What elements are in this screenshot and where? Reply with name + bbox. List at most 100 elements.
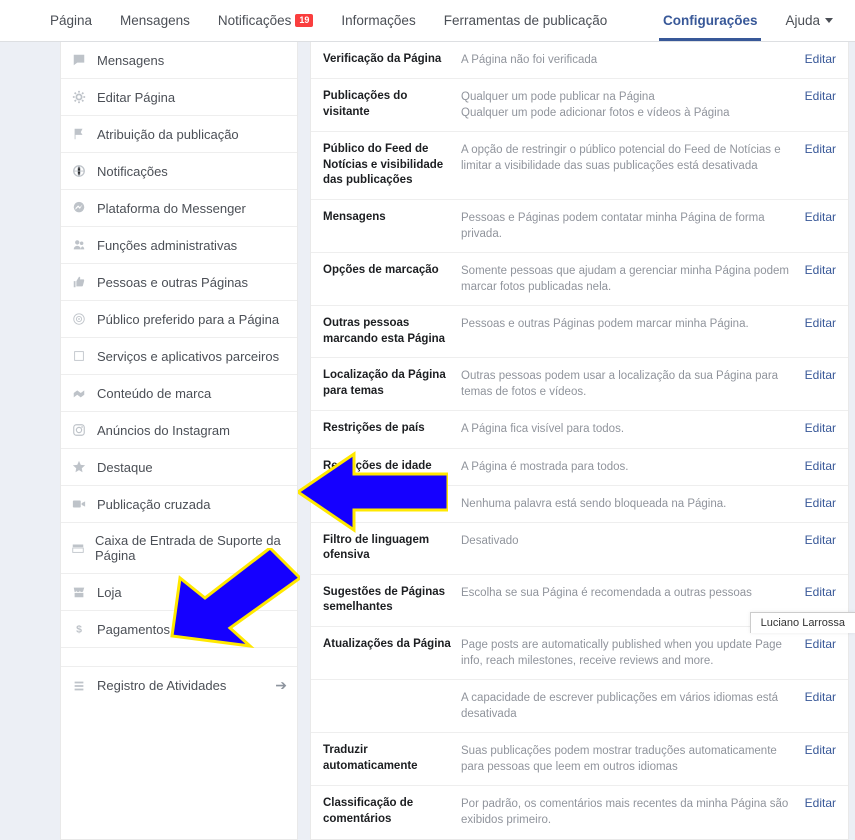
settings-row-label: Outras pessoas marcando esta Página: [323, 316, 461, 347]
sidebar-item-messenger[interactable]: Plataforma do Messenger: [61, 190, 297, 227]
top-nav: Página Mensagens Notificações 19 Informa…: [0, 0, 855, 42]
tab-label: Notificações: [218, 13, 292, 28]
tab-pagina[interactable]: Página: [36, 0, 106, 41]
edit-link[interactable]: Editar: [805, 796, 836, 810]
tab-informacoes[interactable]: Informações: [327, 0, 429, 41]
sidebar-item-publico-preferido[interactable]: Público preferido para a Página: [61, 301, 297, 338]
edit-link[interactable]: Editar: [805, 142, 836, 156]
sidebar-item-notificacoes[interactable]: Notificações: [61, 153, 297, 190]
dollar-icon: $: [71, 621, 87, 637]
edit-link[interactable]: Editar: [805, 263, 836, 277]
tab-label: Informações: [341, 13, 415, 28]
chat-tab[interactable]: Luciano Larrossa: [750, 612, 855, 633]
settings-row: Filtro de linguagem ofensivaDesativadoEd…: [311, 523, 848, 575]
sidebar-item-conteudo-marca[interactable]: Conteúdo de marca: [61, 375, 297, 412]
sidebar-item-label: Mensagens: [97, 53, 164, 68]
inbox-icon: [71, 540, 85, 556]
edit-link[interactable]: Editar: [805, 368, 836, 382]
edit-link[interactable]: Editar: [805, 743, 836, 757]
sidebar-item-label: Pagamentos: [97, 622, 170, 637]
sidebar-item-editar-pagina[interactable]: Editar Página: [61, 79, 297, 116]
edit-link[interactable]: Editar: [805, 459, 836, 473]
settings-row-desc: Suas publicações podem mostrar traduções…: [461, 743, 805, 775]
sidebar-item-loja[interactable]: Loja: [61, 574, 297, 611]
sidebar-item-label: Pessoas e outras Páginas: [97, 275, 248, 290]
tab-label: Ferramentas de publicação: [444, 13, 608, 28]
settings-row-label: Moderação da Página: [323, 496, 461, 512]
sidebar-item-destaque[interactable]: Destaque: [61, 449, 297, 486]
gear-icon: [71, 89, 87, 105]
sidebar-item-suporte[interactable]: Caixa de Entrada de Suporte da Página: [61, 523, 297, 574]
edit-link[interactable]: Editar: [805, 316, 836, 330]
settings-row: Publicações do visitanteQualquer um pode…: [311, 79, 848, 132]
sidebar-item-instagram[interactable]: Anúncios do Instagram: [61, 412, 297, 449]
tab-configuracoes[interactable]: Configurações: [649, 0, 772, 41]
sidebar-item-label: Editar Página: [97, 90, 175, 105]
sidebar-item-label: Caixa de Entrada de Suporte da Página: [95, 533, 287, 563]
sidebar-item-label: Registro de Atividades: [97, 678, 226, 693]
video-icon: [71, 496, 87, 512]
settings-row: Classificação de comentáriosPor padrão, …: [311, 786, 848, 838]
settings-row-label: Filtro de linguagem ofensiva: [323, 533, 461, 564]
people-icon: [71, 237, 87, 253]
settings-row-label: Sugestões de Páginas semelhantes: [323, 585, 461, 616]
tab-ferramentas[interactable]: Ferramentas de publicação: [430, 0, 622, 41]
edit-link[interactable]: Editar: [805, 421, 836, 435]
settings-row-desc: Somente pessoas que ajudam a gerenciar m…: [461, 263, 805, 295]
settings-row: Outras pessoas marcando esta PáginaPesso…: [311, 306, 848, 358]
settings-row-desc: Desativado: [461, 533, 805, 549]
sidebar-item-atribuicao[interactable]: Atribuição da publicação: [61, 116, 297, 153]
sidebar-item-pessoas[interactable]: Pessoas e outras Páginas: [61, 264, 297, 301]
settings-row-label: Público do Feed de Notícias e visibilida…: [323, 142, 461, 189]
settings-row: A capacidade de escrever publicações em …: [311, 680, 848, 733]
settings-row: Verificação da PáginaA Página não foi ve…: [311, 42, 848, 79]
settings-row: Restrições de paísA Página fica visível …: [311, 411, 848, 448]
sidebar-item-mensagens[interactable]: Mensagens: [61, 42, 297, 79]
plug-icon: [71, 348, 87, 364]
sidebar-item-servicos[interactable]: Serviços e aplicativos parceiros: [61, 338, 297, 375]
settings-row: Moderação da PáginaNenhuma palavra está …: [311, 486, 848, 523]
main-wrap: Mensagens Editar Página Atribuição da pu…: [0, 42, 855, 840]
edit-link[interactable]: Editar: [805, 210, 836, 224]
settings-row-desc: Pessoas e Páginas podem contatar minha P…: [461, 210, 805, 242]
settings-row-desc: A Página fica visível para todos.: [461, 421, 805, 437]
edit-link[interactable]: Editar: [805, 637, 836, 651]
sidebar-item-label: Serviços e aplicativos parceiros: [97, 349, 279, 364]
chat-user-name: Luciano Larrossa: [761, 617, 845, 629]
edit-link[interactable]: Editar: [805, 585, 836, 599]
star-icon: [71, 459, 87, 475]
settings-row-desc: Escolha se sua Página é recomendada a ou…: [461, 585, 805, 601]
sidebar-item-label: Anúncios do Instagram: [97, 423, 230, 438]
thumb-icon: [71, 274, 87, 290]
sidebar-item-label: Loja: [97, 585, 122, 600]
settings-row: Restrições de idadeA Página é mostrada p…: [311, 449, 848, 486]
sidebar-item-label: Notificações: [97, 164, 168, 179]
tab-label: Configurações: [663, 13, 758, 28]
flag-icon: [71, 126, 87, 142]
edit-link[interactable]: Editar: [805, 690, 836, 704]
tab-ajuda[interactable]: Ajuda: [771, 0, 847, 41]
sidebar-item-publicacao-cruzada[interactable]: Publicação cruzada: [61, 486, 297, 523]
settings-row-label: Mensagens: [323, 210, 461, 226]
tab-notificacoes[interactable]: Notificações 19: [204, 0, 328, 41]
settings-row-label: Traduzir automaticamente: [323, 743, 461, 774]
settings-row: Traduzir automaticamenteSuas publicações…: [311, 733, 848, 786]
sidebar-item-funcoes[interactable]: Funções administrativas: [61, 227, 297, 264]
tab-label: Ajuda: [785, 13, 820, 28]
sidebar-item-registro-atividades[interactable]: Registro de Atividades ➔: [61, 666, 297, 704]
tab-mensagens[interactable]: Mensagens: [106, 0, 204, 41]
settings-row-label: Localização da Página para temas: [323, 368, 461, 399]
edit-link[interactable]: Editar: [805, 533, 836, 547]
settings-row-label: Atualizações da Página: [323, 637, 461, 653]
settings-row: MensagensPessoas e Páginas podem contata…: [311, 200, 848, 253]
edit-link[interactable]: Editar: [805, 52, 836, 66]
edit-link[interactable]: Editar: [805, 89, 836, 103]
settings-row-desc: A capacidade de escrever publicações em …: [461, 690, 805, 722]
sidebar-item-label: Conteúdo de marca: [97, 386, 211, 401]
shop-icon: [71, 584, 87, 600]
list-icon: [71, 678, 87, 694]
settings-row-label: Publicações do visitante: [323, 89, 461, 120]
sidebar-item-pagamentos[interactable]: $ Pagamentos: [61, 611, 297, 648]
edit-link[interactable]: Editar: [805, 496, 836, 510]
notification-badge: 19: [295, 14, 313, 27]
